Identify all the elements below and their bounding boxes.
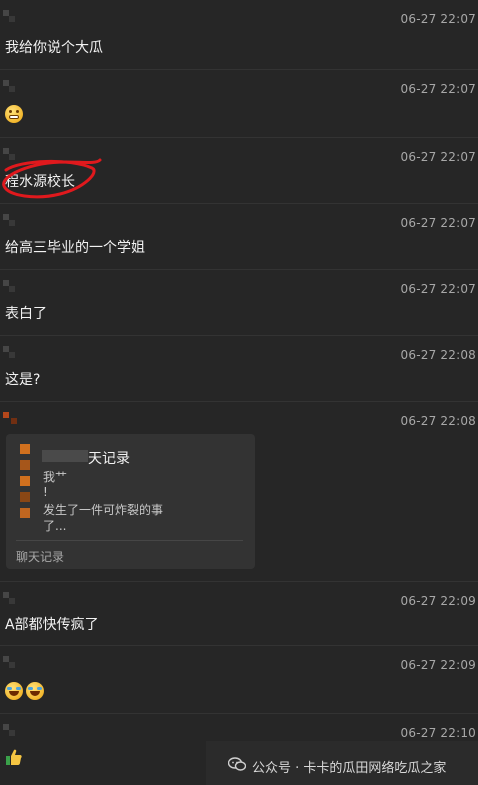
avatar[interactable] <box>3 656 21 668</box>
avatar[interactable] <box>3 280 21 292</box>
message-text[interactable]: 给高三毕业的一个学姐 <box>5 237 145 257</box>
chat-message: 06-27 22:09 A部都快传疯了 <box>0 582 478 646</box>
avatar[interactable] <box>3 10 21 22</box>
chat-message: 06-27 22:07 我给你说个大瓜 <box>0 0 478 70</box>
avatar[interactable] <box>3 724 21 736</box>
message-text[interactable]: 表白了 <box>5 303 47 323</box>
message-time: 06-27 22:07 <box>400 216 476 230</box>
message-time: 06-27 22:07 <box>400 12 476 26</box>
card-line: 发生了一件可炸裂的事 <box>43 503 164 517</box>
watermark-text: 公众号 · 卡卡的瓜田网络吃瓜之家 <box>252 761 447 776</box>
message-text[interactable]: 这是? <box>5 369 40 389</box>
message-text[interactable]: A部都快传疯了 <box>5 614 99 634</box>
thumbs-up-emoji <box>6 749 22 765</box>
avatar[interactable] <box>3 214 21 226</box>
blurred-name <box>42 450 88 462</box>
chat-message: 06-27 22:07 表白了 <box>0 270 478 336</box>
wechat-icon <box>228 757 246 771</box>
chat-record-card[interactable]: 天记录 我艹 ! 发生了一件可炸裂的事 了... 聊天记录 <box>6 434 255 569</box>
blurred-avatars <box>20 444 30 534</box>
chat-message: 06-27 22:07 给高三毕业的一个学姐 <box>0 204 478 270</box>
message-text[interactable]: 我给你说个大瓜 <box>5 37 103 57</box>
avatar[interactable] <box>3 80 21 92</box>
avatar[interactable] <box>3 592 21 604</box>
crying-laughing-emoji <box>26 682 44 700</box>
avatar[interactable] <box>3 412 21 424</box>
card-title: 天记录 <box>88 451 130 467</box>
message-time: 06-27 22:09 <box>400 594 476 608</box>
chat-message: 06-27 22:09 <box>0 646 478 714</box>
card-line: ! <box>43 485 48 499</box>
card-line: 我艹 <box>43 470 68 484</box>
watermark: 公众号 · 卡卡的瓜田网络吃瓜之家 <box>206 741 478 785</box>
grimacing-face-emoji <box>5 105 23 123</box>
message-time: 06-27 22:09 <box>400 658 476 672</box>
red-circle-annotation <box>2 158 102 199</box>
message-time: 06-27 22:07 <box>400 150 476 164</box>
card-line: 了... <box>43 519 67 533</box>
message-time: 06-27 22:07 <box>400 282 476 296</box>
card-footer: 聊天记录 <box>16 550 65 564</box>
crying-laughing-emoji <box>5 682 23 700</box>
message-time: 06-27 22:10 <box>400 726 476 740</box>
chat-message: 06-27 22:07 <box>0 70 478 138</box>
chat-message: 06-27 22:08 这是? <box>0 336 478 402</box>
message-time: 06-27 22:08 <box>400 348 476 362</box>
card-divider <box>16 540 243 541</box>
message-time: 06-27 22:07 <box>400 82 476 96</box>
avatar[interactable] <box>3 346 21 358</box>
message-time: 06-27 22:08 <box>400 414 476 428</box>
